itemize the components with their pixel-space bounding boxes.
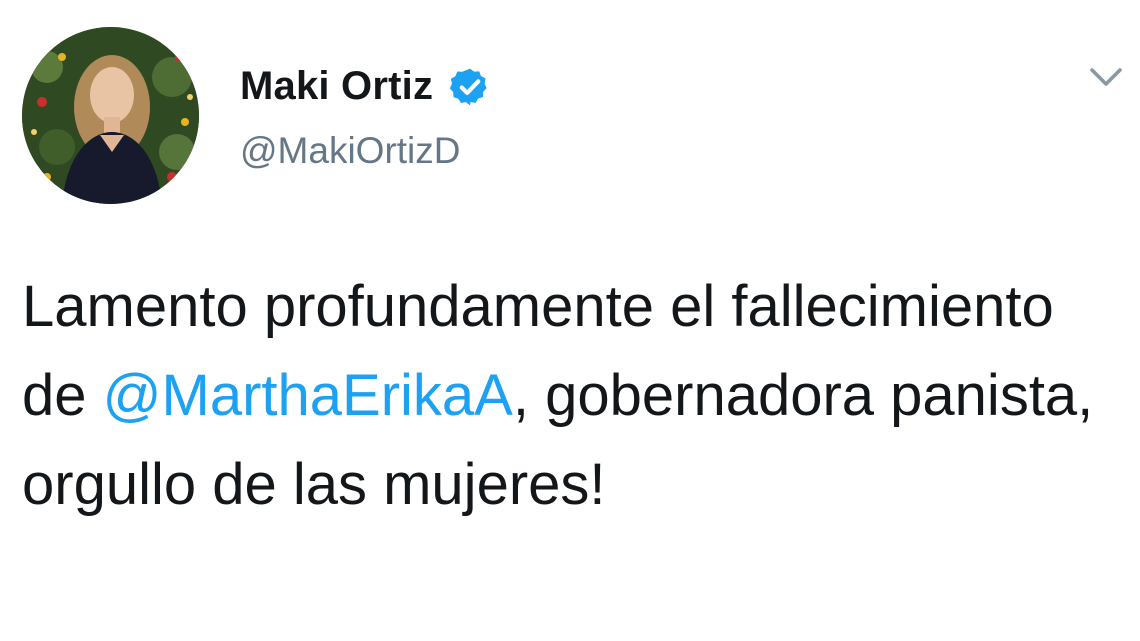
chevron-down-icon[interactable] (1086, 62, 1126, 92)
avatar-photo (22, 27, 199, 204)
verified-badge-icon (449, 66, 491, 108)
mention-link[interactable]: @MarthaErikaA (103, 363, 513, 428)
avatar[interactable] (22, 27, 199, 204)
author-display-name[interactable]: Maki Ortiz (240, 64, 433, 109)
tweet-text: Lamento profundamente el fallecimiento d… (22, 262, 1122, 529)
author-handle[interactable]: @MakiOrtizD (240, 130, 461, 172)
author-name-row: Maki Ortiz (240, 64, 491, 109)
tweet-card: Maki Ortiz @MakiOrtizD Lamento profundam… (0, 0, 1140, 641)
